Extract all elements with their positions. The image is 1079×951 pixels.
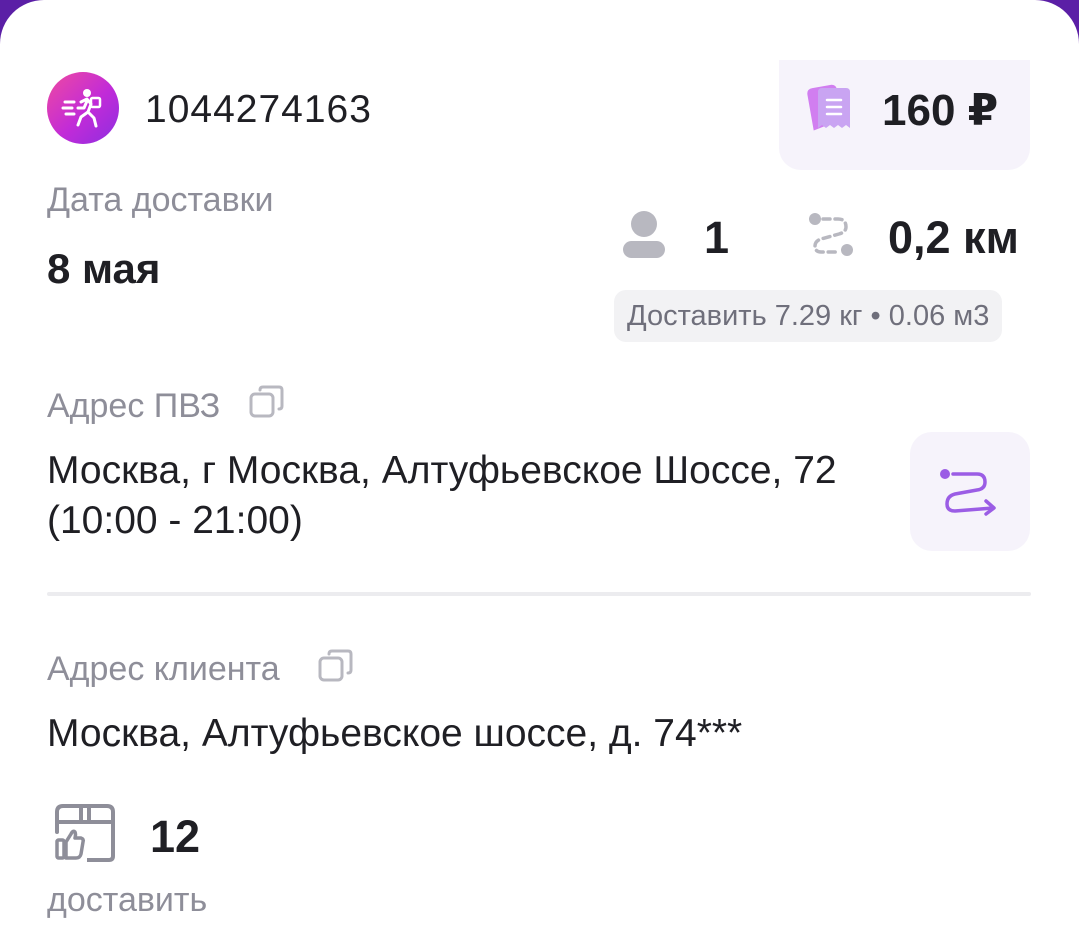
items-caption: доставить (47, 881, 208, 919)
copy-icon[interactable] (249, 384, 285, 420)
pvz-address-label: Адрес ПВЗ (47, 387, 221, 425)
distance-value: 0,2 км (888, 212, 1019, 263)
route-icon (806, 210, 856, 260)
delivery-date-value: 8 мая (47, 245, 161, 292)
copy-icon[interactable] (318, 648, 354, 684)
client-address-label: Адрес клиента (47, 650, 280, 688)
receipt-icon (806, 82, 854, 134)
box-thumbs-up-icon (53, 802, 117, 864)
navigation-route-icon (940, 468, 996, 516)
order-id: 1044274163 (145, 88, 372, 131)
weight-volume-chip: Доставить 7.29 кг • 0.06 м3 (614, 290, 1003, 342)
order-card: 1044274163 160 ₽ Дата доставки 8 мая 1 0… (0, 0, 1079, 951)
items-count: 12 (150, 811, 201, 862)
clients-count: 1 (704, 212, 730, 263)
delivery-date-label: Дата доставки (47, 181, 274, 219)
pvz-address: Москва, г Москва, Алтуфьевское Шоссе, 72… (47, 449, 837, 542)
client-address: Москва, Алтуфьевское шоссе, д. 74*** (47, 712, 743, 755)
order-price: 160 ₽ (882, 86, 999, 135)
person-icon (621, 208, 667, 264)
divider (47, 592, 1031, 596)
courier-running-icon (47, 72, 119, 144)
navigate-button[interactable] (910, 432, 1030, 551)
